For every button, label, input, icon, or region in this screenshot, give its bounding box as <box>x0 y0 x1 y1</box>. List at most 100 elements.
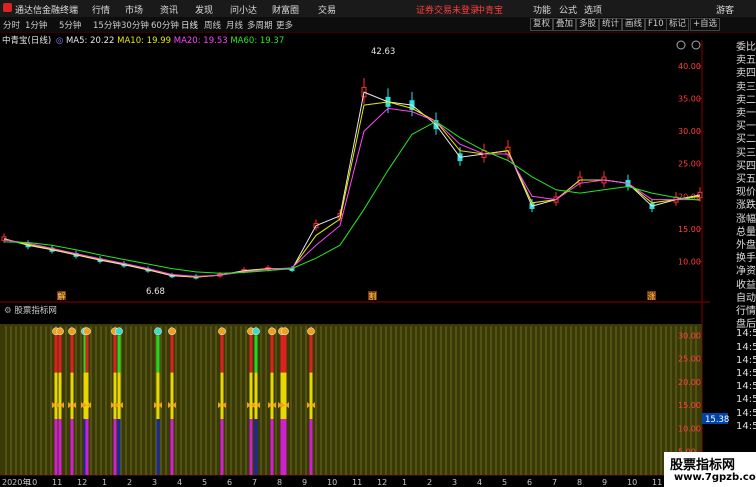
menu-guest[interactable]: 游客 <box>716 3 734 16</box>
menu-news[interactable]: 资讯 <box>160 3 178 16</box>
signal-marker-icon[interactable] <box>281 327 289 336</box>
menu-discover[interactable]: 发现 <box>195 3 213 16</box>
signal-marker-icon[interactable] <box>68 327 76 336</box>
signal-bar-top <box>270 335 274 373</box>
collapse-icon[interactable] <box>676 40 686 50</box>
app-title: 通达信金融终端 <box>15 6 79 16</box>
period-monthly[interactable]: 月线 <box>226 19 243 31</box>
series-ma5-line <box>3 91 701 278</box>
signal-bar-top <box>117 335 121 373</box>
login-warning[interactable]: 证券交易未登录 <box>416 3 479 16</box>
period-15min[interactable]: 15分钟 <box>93 19 121 31</box>
add-watchlist-button[interactable]: +自选 <box>690 18 721 31</box>
signal-marker-icon[interactable] <box>56 327 64 336</box>
signal-bar-mid <box>220 372 224 420</box>
stats-button[interactable]: 统计 <box>599 18 623 31</box>
period-daily[interactable]: 日线 <box>181 19 198 31</box>
signal-bar-bottom <box>170 419 174 475</box>
signal-marker-icon[interactable] <box>268 327 276 336</box>
overlay-button[interactable]: 叠加 <box>553 18 577 31</box>
period-multi[interactable]: 多周期 <box>247 19 273 31</box>
menu-formula[interactable]: 公式 <box>559 3 577 16</box>
menu-wealth[interactable]: 财富圈 <box>272 3 299 16</box>
ma5-label: MA5 <box>65 36 85 46</box>
x-axis-label: 6 <box>227 478 232 487</box>
menu-quotes[interactable]: 行情 <box>92 3 110 16</box>
event-badge-label: 解 <box>58 291 66 301</box>
x-axis-label: 1 <box>102 478 107 487</box>
sidebar-item: 14:50 <box>736 420 756 432</box>
kline-chart[interactable]: 40.0035.0030.0025.0020.0015.0010.00 解割涨 … <box>0 32 734 487</box>
x-axis-label: 7 <box>552 478 557 487</box>
signal-bar-bottom <box>283 419 287 475</box>
signal-bar-mid <box>170 372 174 420</box>
signal-bar-bottom <box>156 419 160 475</box>
watermark-url: www.7gpzb.com <box>674 472 756 483</box>
f10-button[interactable]: F10 <box>645 18 667 31</box>
menu-trade[interactable]: 交易 <box>318 3 336 16</box>
menu-ask[interactable]: 问小达 <box>230 3 257 16</box>
signal-bar-bottom <box>270 419 274 475</box>
low-price-label: 6.68 <box>146 287 165 297</box>
x-axis-label: 12 <box>77 478 87 487</box>
signal-bar-top <box>254 335 258 373</box>
event-badge-label: 割 <box>369 291 377 301</box>
x-axis-label: 11 <box>352 478 362 487</box>
ma10-label: MA10 <box>117 36 142 46</box>
signal-marker-icon[interactable] <box>218 327 226 336</box>
adjust-button[interactable]: 复权 <box>530 18 554 31</box>
signal-bar-bottom <box>70 419 74 475</box>
sidebar-item: 14:50 <box>736 368 756 379</box>
price-tick-label: 15.00 <box>678 225 701 234</box>
signal-bar-bottom <box>117 419 121 475</box>
x-axis-label: 9 <box>302 478 307 487</box>
x-axis-label: 3 <box>452 478 457 487</box>
sidebar-item: 14:50 <box>736 394 756 406</box>
period-30min[interactable]: 30分钟 <box>121 19 149 31</box>
signal-bar-top <box>309 335 313 373</box>
mark-button[interactable]: 标记 <box>666 18 690 31</box>
signal-bar-bottom <box>113 419 117 475</box>
signal-marker-icon[interactable] <box>115 327 123 336</box>
period-more[interactable]: 更多 <box>276 19 293 31</box>
signal-marker-icon[interactable] <box>83 327 91 336</box>
signal-bar-top <box>70 335 74 373</box>
signal-marker-icon[interactable] <box>168 327 176 336</box>
signal-bar-mid <box>156 372 160 420</box>
signal-bar-mid <box>283 372 287 420</box>
ma-legend: 中青宝(日线) ◎ MA5: 20.22 MA10: 19.99 MA20: 1… <box>2 36 285 46</box>
period-60min[interactable]: 60分钟 <box>151 19 179 31</box>
menu-options[interactable]: 选项 <box>584 3 602 16</box>
indicator-gear-icon[interactable]: ⚙ <box>4 306 12 316</box>
sub-tick-label: 30.00 <box>678 331 701 340</box>
period-tick[interactable]: 分时 <box>3 19 20 31</box>
signal-bar-top <box>58 335 62 373</box>
menu-market[interactable]: 市场 <box>125 3 143 16</box>
menu-function[interactable]: 功能 <box>533 3 551 16</box>
signal-bar-bottom <box>85 419 89 475</box>
x-axis-label: 5 <box>502 478 507 487</box>
signal-bar-mid <box>113 372 117 420</box>
signal-bar-mid <box>70 372 74 420</box>
signal-marker-icon[interactable] <box>252 327 260 336</box>
signal-marker-icon[interactable] <box>154 327 162 336</box>
signal-bar-mid <box>85 372 89 420</box>
sub-tick-label: 10.00 <box>678 424 701 433</box>
signal-bar-mid <box>280 372 284 420</box>
ma60-value: 19.37 <box>259 36 285 46</box>
signal-bar-mid <box>254 372 258 420</box>
x-axis-label: 7 <box>252 478 257 487</box>
period-weekly[interactable]: 周线 <box>204 19 221 31</box>
period-1min[interactable]: 1分钟 <box>25 19 47 31</box>
settings-icon[interactable] <box>691 40 701 50</box>
multi-stock-button[interactable]: 多股 <box>576 18 600 31</box>
signal-bar-mid <box>270 372 274 420</box>
signal-marker-icon[interactable] <box>307 327 315 336</box>
price-tick-label: 10.00 <box>678 257 701 266</box>
period-5min[interactable]: 5分钟 <box>59 19 81 31</box>
ma20-label: MA20 <box>173 36 198 46</box>
draw-button[interactable]: 画线 <box>622 18 646 31</box>
x-axis-label: 10 <box>27 478 37 487</box>
x-axis-label: 4 <box>477 478 482 487</box>
sidebar-item: 14:50 <box>736 381 756 393</box>
